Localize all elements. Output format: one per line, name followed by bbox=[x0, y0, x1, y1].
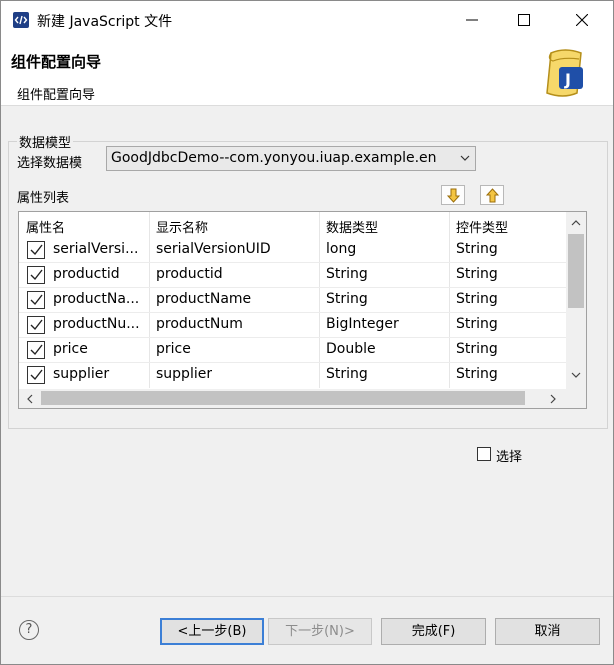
data-model-group-label: 数据模型 bbox=[17, 132, 74, 151]
checkmark-icon bbox=[30, 319, 43, 331]
cell-attribute-name: productNu... bbox=[53, 316, 140, 332]
svg-text:J: J bbox=[564, 70, 571, 89]
cell-display-name: productName bbox=[156, 291, 252, 307]
chevron-down-icon bbox=[460, 155, 470, 161]
select-checkbox[interactable] bbox=[477, 447, 491, 461]
cell-data-type: String bbox=[326, 366, 368, 382]
row-checkbox[interactable] bbox=[27, 266, 45, 284]
header-display-name[interactable]: 显示名称 bbox=[156, 217, 208, 236]
vertical-scroll-thumb[interactable] bbox=[568, 234, 584, 308]
wizard-banner: 组件配置向导 组件配置向导 J bbox=[1, 39, 613, 106]
header-data-type[interactable]: 数据类型 bbox=[326, 217, 378, 236]
table-row[interactable]: productNa... productName String String bbox=[19, 288, 567, 313]
checkmark-icon bbox=[30, 294, 43, 306]
row-checkbox[interactable] bbox=[27, 341, 45, 359]
cell-data-type: String bbox=[326, 291, 368, 307]
table-row[interactable]: productNu... productNum BigInteger Strin… bbox=[19, 313, 567, 338]
cell-control-type: String bbox=[456, 316, 498, 332]
move-up-button[interactable] bbox=[480, 185, 504, 205]
arrow-down-icon bbox=[447, 188, 460, 203]
row-checkbox[interactable] bbox=[27, 291, 45, 309]
scrollbar-corner bbox=[566, 389, 586, 408]
row-checkbox[interactable] bbox=[27, 366, 45, 384]
close-button[interactable] bbox=[559, 1, 605, 39]
cell-attribute-name: supplier bbox=[53, 366, 110, 382]
back-button[interactable]: <上一步(B) bbox=[160, 618, 264, 645]
cell-attribute-name: productid bbox=[53, 266, 120, 282]
cell-display-name: serialVersionUID bbox=[156, 241, 271, 257]
dialog-window: 新建 JavaScript 文件 组件配置向导 组件配置向导 J 数据模型 选择… bbox=[0, 0, 614, 665]
cell-display-name: productNum bbox=[156, 316, 243, 332]
cell-data-type: Double bbox=[326, 341, 376, 357]
help-icon[interactable]: ? bbox=[19, 620, 39, 640]
checkmark-icon bbox=[30, 244, 43, 256]
minimize-button[interactable] bbox=[449, 1, 495, 39]
cell-attribute-name: price bbox=[53, 341, 88, 357]
cell-data-type: long bbox=[326, 241, 357, 257]
cell-control-type: String bbox=[456, 266, 498, 282]
cancel-button[interactable]: 取消 bbox=[495, 618, 600, 645]
maximize-icon bbox=[518, 14, 530, 26]
checkmark-icon bbox=[30, 269, 43, 281]
scroll-left-icon[interactable] bbox=[26, 394, 33, 404]
title-bar: 新建 JavaScript 文件 bbox=[1, 1, 613, 39]
finish-button[interactable]: 完成(F) bbox=[381, 618, 486, 645]
attribute-table: 属性名 显示名称 数据类型 控件类型 serialVersi... serial… bbox=[18, 211, 587, 409]
scroll-right-icon[interactable] bbox=[550, 394, 557, 404]
minimize-icon bbox=[466, 19, 478, 21]
move-down-button[interactable] bbox=[441, 185, 465, 205]
header-control-type[interactable]: 控件类型 bbox=[456, 217, 508, 236]
select-checkbox-label[interactable]: 选择 bbox=[496, 446, 522, 465]
select-datamodel-label: 选择数据模 bbox=[17, 156, 83, 171]
cell-control-type: String bbox=[456, 291, 498, 307]
cell-data-type: String bbox=[326, 266, 368, 282]
table-header: 属性名 显示名称 数据类型 控件类型 bbox=[19, 212, 567, 238]
checkmark-icon bbox=[30, 344, 43, 356]
close-icon bbox=[576, 14, 588, 26]
scroll-down-icon[interactable] bbox=[571, 372, 581, 379]
horizontal-scrollbar[interactable] bbox=[19, 389, 567, 408]
table-row[interactable]: serialVersi... serialVersionUID long Str… bbox=[19, 238, 567, 263]
cell-attribute-name: serialVersi... bbox=[53, 241, 139, 257]
banner-title: 组件配置向导 bbox=[11, 53, 102, 71]
cell-display-name: supplier bbox=[156, 366, 213, 382]
cell-display-name: price bbox=[156, 341, 191, 357]
horizontal-scroll-thumb[interactable] bbox=[41, 391, 525, 405]
cell-data-type: BigInteger bbox=[326, 316, 399, 332]
table-row[interactable]: supplier supplier String String bbox=[19, 363, 567, 388]
cell-control-type: String bbox=[456, 341, 498, 357]
row-checkbox[interactable] bbox=[27, 241, 45, 259]
maximize-button[interactable] bbox=[501, 1, 547, 39]
checkmark-icon bbox=[30, 369, 43, 381]
scroll-up-icon[interactable] bbox=[571, 219, 581, 226]
javascript-scroll-icon: J bbox=[546, 49, 583, 97]
datamodel-select[interactable]: GoodJdbcDemo--com.yonyou.iuap.example.en bbox=[106, 146, 476, 171]
table-row[interactable]: price price Double String bbox=[19, 338, 567, 363]
cell-control-type: String bbox=[456, 366, 498, 382]
javascript-file-icon bbox=[13, 12, 29, 28]
arrow-up-icon bbox=[486, 188, 499, 203]
window-title: 新建 JavaScript 文件 bbox=[37, 14, 173, 30]
attribute-list-label: 属性列表 bbox=[17, 191, 70, 206]
cell-display-name: productid bbox=[156, 266, 223, 282]
table-row[interactable]: productid productid String String bbox=[19, 263, 567, 288]
next-button[interactable]: 下一步(N)> bbox=[268, 618, 372, 645]
footer-separator bbox=[1, 596, 613, 597]
cell-attribute-name: productNa... bbox=[53, 291, 140, 307]
cell-control-type: String bbox=[456, 241, 498, 257]
row-checkbox[interactable] bbox=[27, 316, 45, 334]
datamodel-select-value: GoodJdbcDemo--com.yonyou.iuap.example.en bbox=[111, 150, 437, 166]
header-attribute-name[interactable]: 属性名 bbox=[26, 217, 65, 236]
banner-subtitle: 组件配置向导 bbox=[17, 88, 96, 103]
vertical-scrollbar[interactable] bbox=[566, 212, 586, 390]
